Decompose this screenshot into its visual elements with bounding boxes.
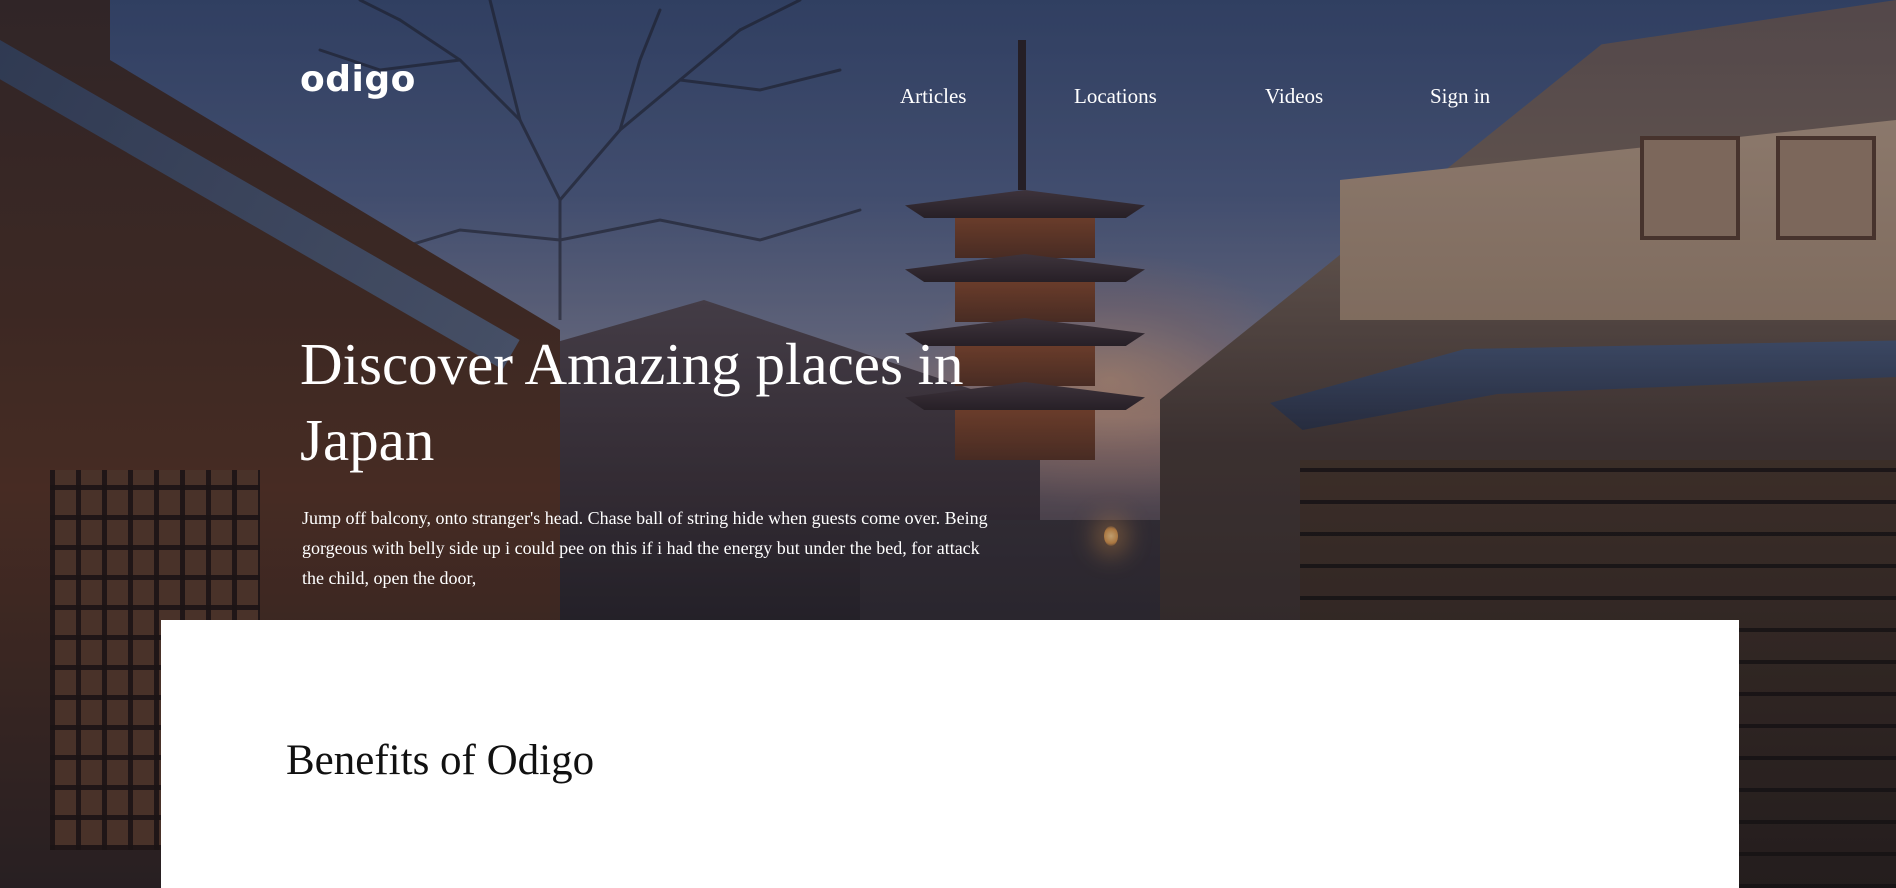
nav-locations-link[interactable]: Locations xyxy=(1074,84,1157,108)
sign-in-link[interactable]: Sign in xyxy=(1430,84,1490,108)
nav-articles-link[interactable]: Articles xyxy=(900,84,966,108)
benefits-section: Benefits of Odigo xyxy=(161,620,1739,888)
page: odigo Articles Locations Videos Sign in … xyxy=(0,0,1896,888)
hero-title: Discover Amazing places in Japan xyxy=(300,331,964,473)
hero-description: Jump off balcony, onto stranger's head. … xyxy=(302,508,988,588)
logo[interactable]: odigo xyxy=(300,62,416,98)
benefits-title: Benefits of Odigo xyxy=(286,737,595,784)
nav-videos-link[interactable]: Videos xyxy=(1265,84,1323,108)
